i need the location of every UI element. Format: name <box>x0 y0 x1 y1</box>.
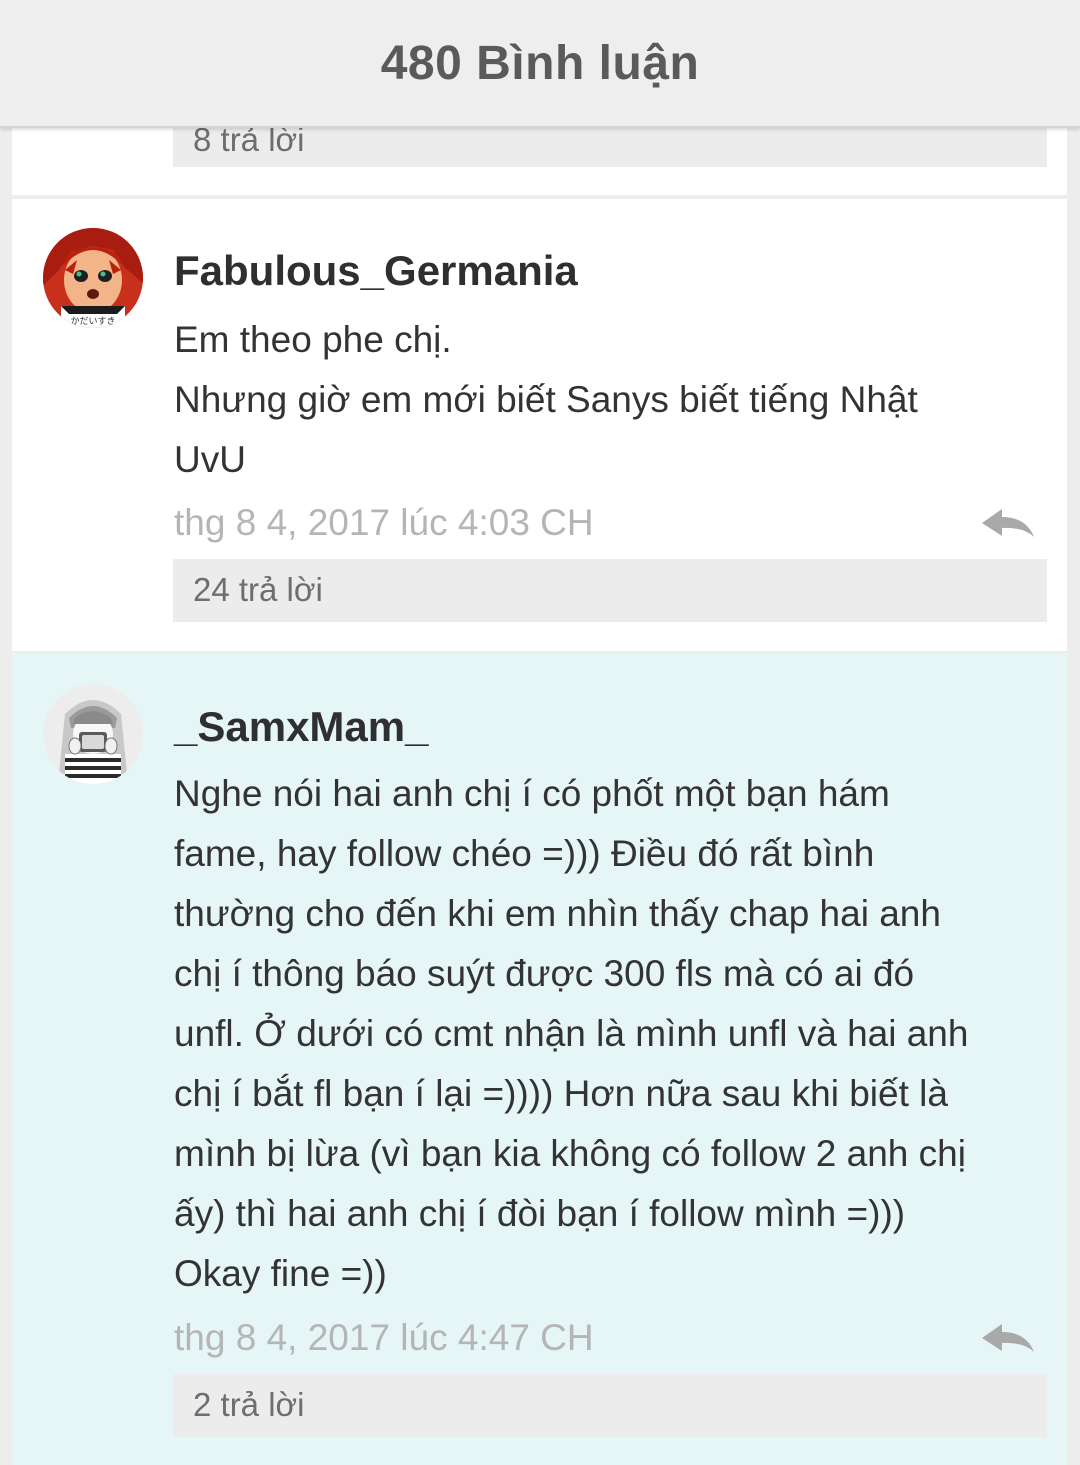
comment-text-line: mình bị lừa (vì bạn kia không có follow … <box>174 1133 966 1174</box>
comment-text-line: UvU <box>174 439 246 480</box>
replies-count-label: 2 trả lời <box>193 1386 305 1423</box>
comment-text-line: Okay fine =)) <box>174 1253 387 1294</box>
comment-card: かだいすき Fabulous_Germania Em theo phe chị.… <box>12 199 1067 651</box>
anime-avatar-girl-sketch-icon <box>43 684 143 784</box>
comment-text-line: thường cho đến khi em nhìn thấy chap hai… <box>174 893 941 934</box>
comment-text-line: chị í thông báo suýt được 300 fls mà có … <box>174 953 915 994</box>
comments-header: 480 Bình luận <box>0 0 1080 128</box>
comment-text-line: Em theo phe chị. <box>174 319 452 360</box>
comments-count-title: 480 Bình luận <box>380 36 700 90</box>
reply-arrow-icon[interactable] <box>980 1320 1036 1356</box>
comment-text-line: Nghe nói hai anh chị í có phốt một bạn h… <box>174 773 890 814</box>
replies-count-label: 24 trả lời <box>193 571 323 608</box>
replies-button[interactable]: 2 trả lời <box>173 1374 1047 1437</box>
comment-body: Nghe nói hai anh chị í có phốt một bạn h… <box>174 764 1054 1304</box>
svg-text:かだいすき: かだいすき <box>70 316 115 327</box>
comment-text-line: fame, hay follow chéo =))) Điều đó rất b… <box>174 833 875 874</box>
anime-avatar-red-hair-icon: かだいすき <box>43 228 143 328</box>
replies-button[interactable]: 24 trả lời <box>173 559 1047 622</box>
comment-text-line: Nhưng giờ em mới biết Sanys biết tiếng N… <box>174 379 918 420</box>
comment-text-line: ấy) thì hai anh chị í đòi bạn í follow m… <box>174 1193 906 1234</box>
comment-timestamp: thg 8 4, 2017 lúc 4:03 CH <box>174 502 594 543</box>
comments-feed[interactable]: 8 trả lời かだいすき Fabulous_Germania Em the… <box>12 0 1067 1465</box>
user-avatar[interactable]: かだいすき <box>43 228 143 328</box>
user-avatar[interactable] <box>43 684 143 784</box>
comment-timestamp: thg 8 4, 2017 lúc 4:47 CH <box>174 1317 594 1358</box>
comment-text-line: unfl. Ở dưới có cmt nhận là mình unfl và… <box>174 1013 969 1054</box>
comment-card-highlighted: _SamxMam_ Nghe nói hai anh chị í có phốt… <box>12 653 1067 1465</box>
comment-body: Em theo phe chị. Nhưng giờ em mới biết S… <box>174 310 1054 490</box>
comment-username[interactable]: Fabulous_Germania <box>174 246 578 296</box>
comment-username[interactable]: _SamxMam_ <box>174 702 428 752</box>
comment-text-line: chị í bắt fl bạn í lại =)))) Hơn nữa sau… <box>174 1073 948 1114</box>
reply-arrow-icon[interactable] <box>980 505 1036 541</box>
